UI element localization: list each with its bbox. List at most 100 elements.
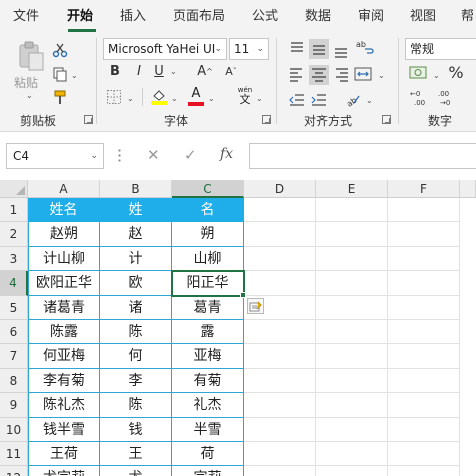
- cell-f11[interactable]: [388, 442, 460, 467]
- cell-f10[interactable]: [388, 417, 460, 442]
- cell-e12[interactable]: [316, 466, 388, 476]
- cell-a1[interactable]: 姓名: [28, 198, 100, 223]
- decrease-indent-icon[interactable]: [287, 91, 307, 109]
- cell-e8[interactable]: [316, 368, 388, 394]
- cell-f3[interactable]: [388, 246, 460, 272]
- font-color-icon[interactable]: A: [188, 86, 204, 106]
- row-header-11[interactable]: 11: [0, 442, 28, 467]
- tab-file[interactable]: 文件: [13, 0, 39, 34]
- name-box[interactable]: C4 ⌄: [6, 143, 104, 169]
- paste-button[interactable]: 粘贴 ⌄: [10, 38, 50, 102]
- cut-icon[interactable]: [52, 42, 68, 58]
- tab-data[interactable]: 数据: [305, 0, 331, 34]
- underline-dropdown-icon[interactable]: ⌄: [170, 67, 177, 77]
- row-header-4[interactable]: 4: [0, 271, 28, 296]
- align-top-icon[interactable]: [287, 39, 307, 59]
- merge-dropdown-icon[interactable]: ⌄: [378, 71, 385, 81]
- cell-f6[interactable]: [388, 320, 460, 345]
- row-header-12[interactable]: 12: [0, 466, 28, 476]
- cell-f5[interactable]: [388, 295, 460, 320]
- cell-d12[interactable]: [244, 466, 316, 476]
- align-left-icon[interactable]: [287, 65, 307, 85]
- cell-b6[interactable]: 陈: [100, 320, 172, 345]
- cell-c11[interactable]: 荷: [172, 442, 244, 467]
- row-header-9[interactable]: 9: [0, 393, 28, 418]
- cell-e2[interactable]: [316, 222, 388, 247]
- column-header-c[interactable]: C: [172, 180, 244, 198]
- cell-c10[interactable]: 半雪: [172, 417, 244, 442]
- cell-e11[interactable]: [316, 442, 388, 467]
- align-bottom-icon[interactable]: [331, 39, 351, 59]
- orientation-dropdown-icon[interactable]: ⌄: [366, 96, 373, 106]
- insert-function-icon[interactable]: fx: [220, 146, 233, 162]
- cell-d11[interactable]: [244, 442, 316, 467]
- orientation-icon[interactable]: ab: [344, 91, 362, 107]
- cancel-icon[interactable]: ✕: [147, 146, 160, 164]
- currency-icon[interactable]: [409, 64, 431, 82]
- cell-d6[interactable]: [244, 320, 316, 345]
- cell-b7[interactable]: 何: [100, 344, 172, 369]
- cell-f2[interactable]: [388, 222, 460, 247]
- cell-c9[interactable]: 礼杰: [172, 393, 244, 418]
- cell-f9[interactable]: [388, 393, 460, 418]
- cell-e5[interactable]: [316, 295, 388, 320]
- select-all-button[interactable]: [0, 180, 28, 198]
- cell-f8[interactable]: [388, 368, 460, 394]
- row-header-5[interactable]: 5: [0, 295, 28, 320]
- borders-icon[interactable]: [106, 89, 122, 105]
- decrease-decimal-icon[interactable]: .00 →0: [438, 89, 460, 107]
- tab-help[interactable]: 帮: [461, 0, 474, 34]
- cell-a8[interactable]: 李有菊: [28, 368, 100, 394]
- column-header-a[interactable]: A: [28, 180, 100, 198]
- cell-b2[interactable]: 赵: [100, 222, 172, 247]
- cell-d10[interactable]: [244, 417, 316, 442]
- column-header-e[interactable]: E: [316, 180, 388, 198]
- cell-c6[interactable]: 露: [172, 320, 244, 345]
- cell-e6[interactable]: [316, 320, 388, 345]
- cell-a2[interactable]: 赵朔: [28, 222, 100, 247]
- formula-bar-splitter[interactable]: [118, 148, 121, 164]
- merge-center-icon[interactable]: [354, 66, 372, 82]
- cell-c7[interactable]: 亚梅: [172, 344, 244, 369]
- cell-b1[interactable]: 姓: [100, 198, 172, 223]
- number-format-dropdown[interactable]: 常规: [405, 38, 476, 60]
- tab-insert[interactable]: 插入: [120, 0, 146, 34]
- cell-a6[interactable]: 陈露: [28, 320, 100, 345]
- bold-button[interactable]: B: [106, 62, 124, 82]
- cell-b10[interactable]: 钱: [100, 417, 172, 442]
- cell-c12[interactable]: 宗莉: [172, 466, 244, 476]
- align-center-icon[interactable]: [309, 65, 329, 85]
- row-header-3[interactable]: 3: [0, 246, 28, 272]
- cell-a9[interactable]: 陈礼杰: [28, 393, 100, 418]
- cell-e7[interactable]: [316, 344, 388, 369]
- cell-a7[interactable]: 何亚梅: [28, 344, 100, 369]
- fill-handle[interactable]: [240, 291, 246, 298]
- row-header-7[interactable]: 7: [0, 344, 28, 369]
- row-header-10[interactable]: 10: [0, 417, 28, 442]
- cell-b12[interactable]: 尤: [100, 466, 172, 476]
- phonetic-dropdown-icon[interactable]: ⌄: [256, 94, 263, 104]
- decrease-font-button[interactable]: Aˇ: [222, 62, 240, 82]
- font-color-dropdown-icon[interactable]: ⌄: [208, 94, 215, 104]
- cell-b8[interactable]: 李: [100, 368, 172, 394]
- flash-fill-options-icon[interactable]: [247, 297, 264, 314]
- cell-a11[interactable]: 王荷: [28, 442, 100, 467]
- increase-decimal-icon[interactable]: ←0 .00: [410, 89, 432, 107]
- italic-button[interactable]: I: [130, 62, 148, 82]
- worksheet-grid[interactable]: A B C D E F 1 姓名姓名 2 赵朔赵朔 3 计山柳计山柳 4 欧阳正华欧阳正华 5 诸葛青诸葛青 6…: [0, 180, 476, 476]
- cell-e4[interactable]: [316, 271, 388, 296]
- alignment-launcher-icon[interactable]: [382, 115, 391, 124]
- cell-e10[interactable]: [316, 417, 388, 442]
- tab-page-layout[interactable]: 页面布局: [173, 0, 225, 34]
- font-size-dropdown[interactable]: 11 ⌄: [229, 38, 269, 60]
- column-header-d[interactable]: D: [244, 180, 316, 198]
- cell-b11[interactable]: 王: [100, 442, 172, 467]
- row-header-8[interactable]: 8: [0, 368, 28, 394]
- cell-a10[interactable]: 钱半雪: [28, 417, 100, 442]
- cell-c4[interactable]: 阳正华: [172, 271, 244, 296]
- font-name-dropdown[interactable]: Microsoft YaHei UI ⌄: [103, 38, 227, 60]
- cell-a5[interactable]: 诸葛青: [28, 295, 100, 320]
- underline-button[interactable]: U: [150, 62, 168, 82]
- formula-input[interactable]: [249, 143, 476, 169]
- copy-icon[interactable]: [52, 66, 68, 82]
